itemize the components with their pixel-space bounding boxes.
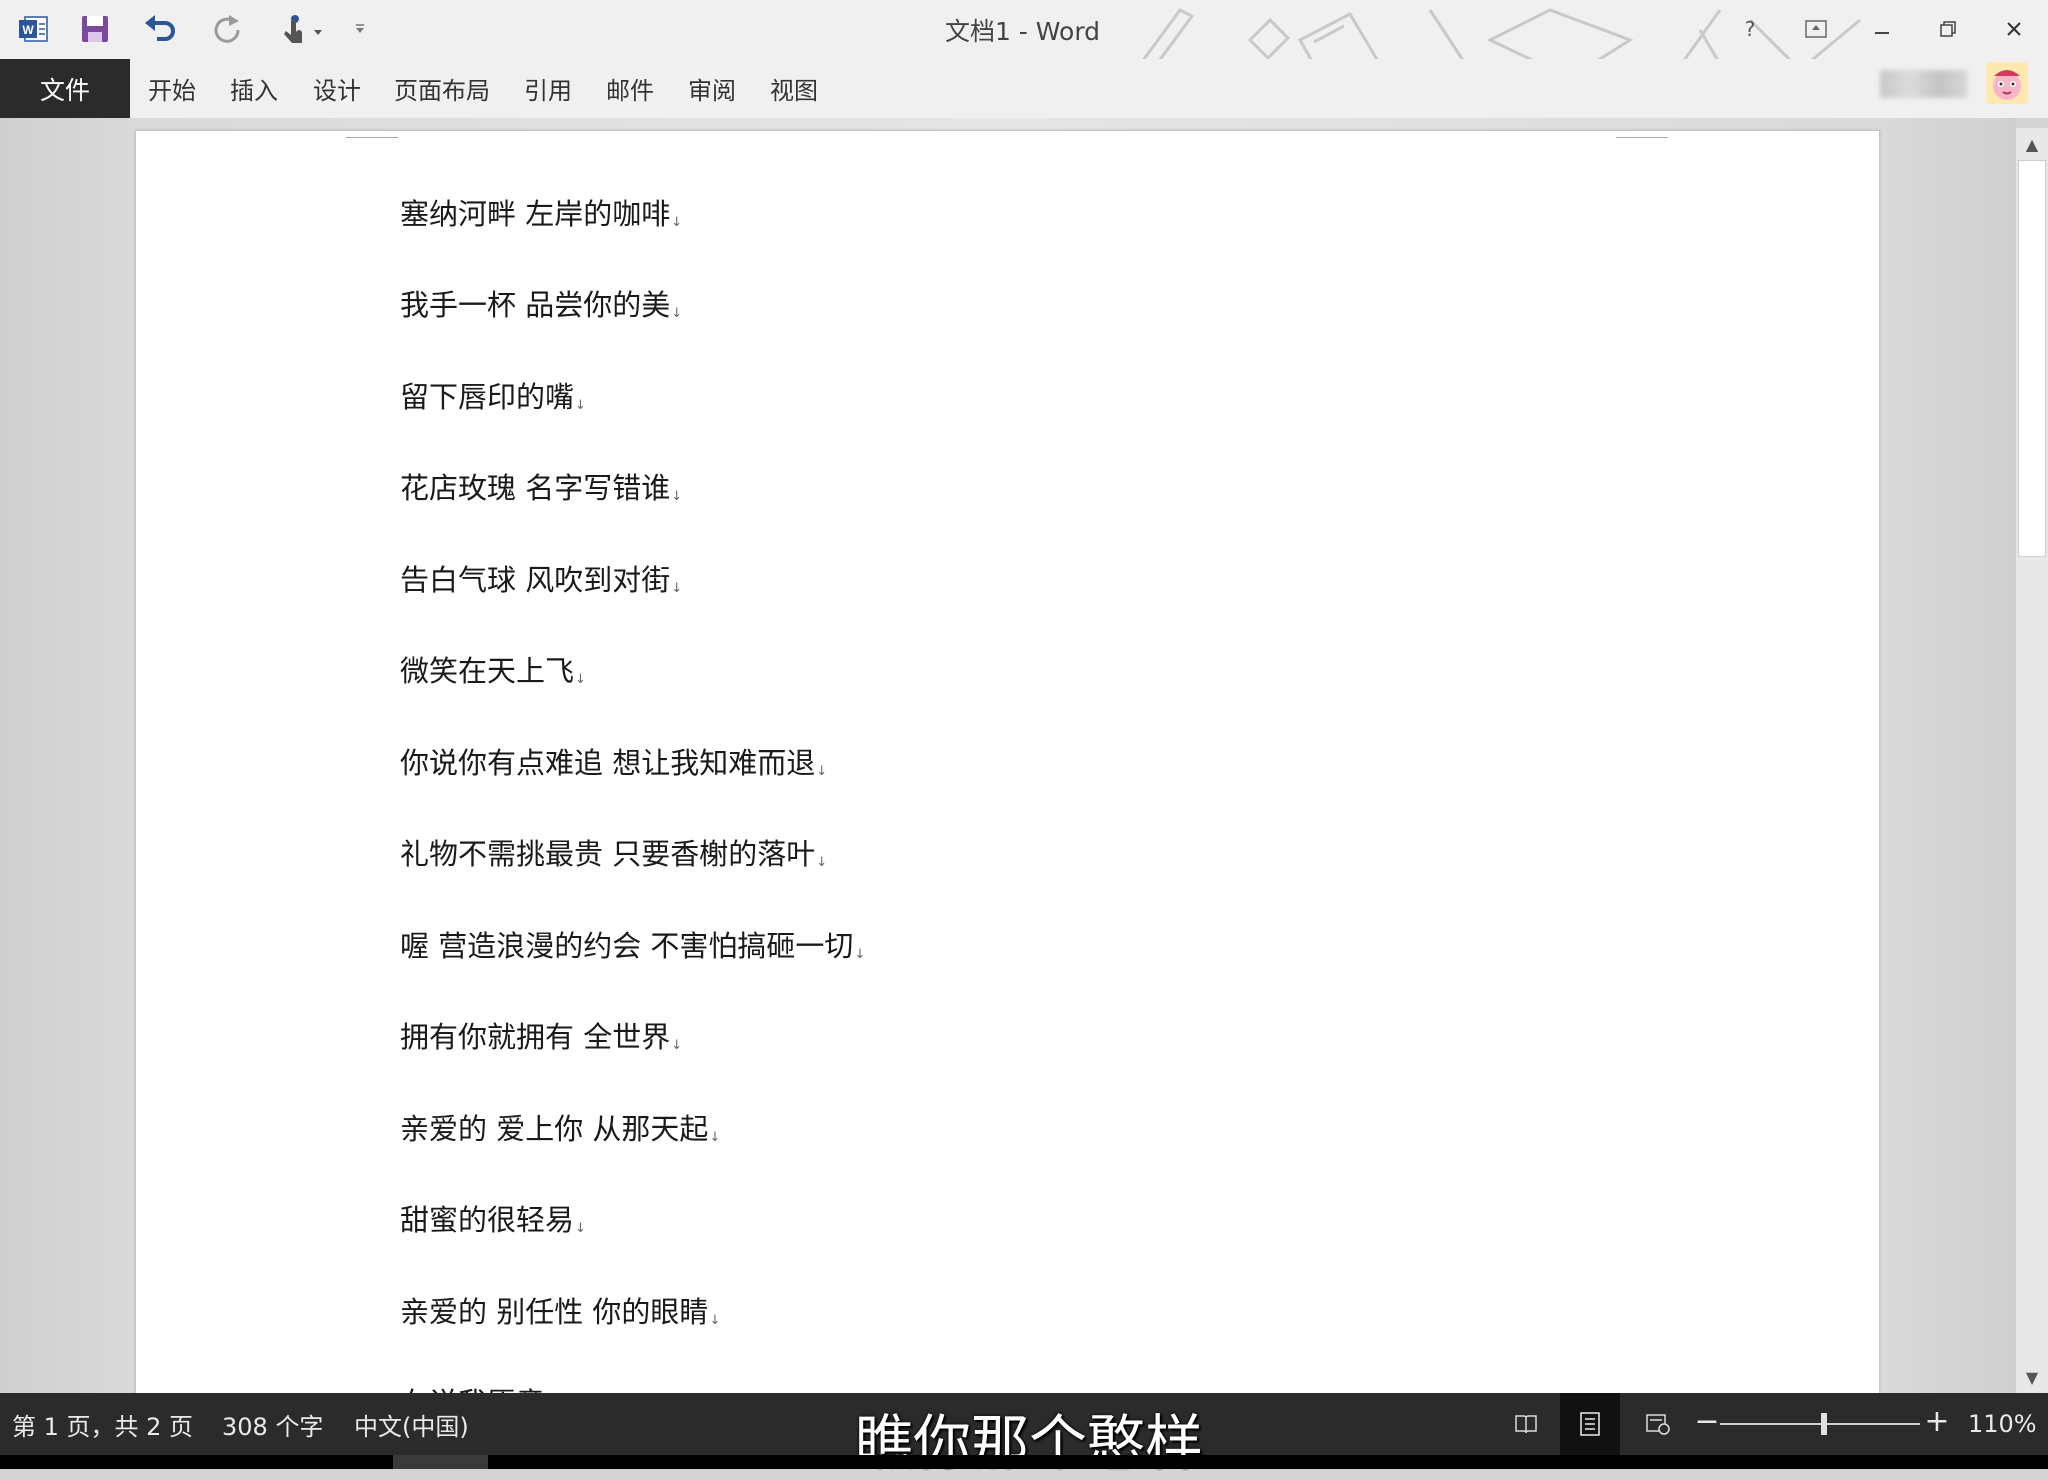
paragraph-mark: ↓ [575,1221,586,1236]
paragraph-mark: ↓ [671,489,683,504]
page-count-status[interactable]: 第 1 页，共 2 页 [12,1393,193,1455]
document-line[interactable]: 花店玫瑰 名字写错谁↓ [400,465,682,507]
tab-design[interactable]: 设计 [313,59,361,118]
document-line[interactable]: 告白气球 风吹到对街↓ [400,557,682,599]
close-icon[interactable] [1988,8,2040,50]
customize-qat-icon[interactable] [346,8,374,50]
document-line[interactable]: 甜蜜的很轻易↓ [400,1197,586,1239]
crop-mark-top-right [1616,131,1668,138]
title-bar: W 文档1 - Word ? [0,0,2048,109]
minimize-icon[interactable] [1856,8,1908,50]
save-icon[interactable] [74,8,116,50]
paragraph-mark: ↓ [854,947,866,962]
document-page[interactable]: 塞纳河畔 左岸的咖啡↓ 我手一杯 品尝你的美↓ 留下唇印的嘴↓ 花店玫瑰 名字写… [135,130,1880,1420]
document-line[interactable]: 喔 营造浪漫的约会 不害怕搞砸一切↓ [400,923,865,965]
paragraph-mark: ↓ [816,855,828,870]
tab-insert[interactable]: 插入 [230,59,278,118]
tab-review[interactable]: 审阅 [688,59,736,118]
word-app-icon[interactable]: W [12,8,54,50]
restore-icon[interactable] [1922,8,1974,50]
crop-mark-top-left [346,131,398,138]
web-layout-icon[interactable] [1628,1393,1688,1455]
zoom-level[interactable]: 110% [1968,1393,2037,1455]
paragraph-mark: ↓ [671,581,683,596]
document-line[interactable]: 塞纳河畔 左岸的咖啡↓ [400,191,682,233]
paragraph-mark: ↓ [671,215,683,230]
ribbon-display-options-icon[interactable] [1790,8,1842,50]
redo-icon[interactable] [206,8,248,50]
zoom-in-button[interactable]: + [1922,1404,1952,1439]
help-button[interactable]: ? [1724,8,1776,50]
tab-view[interactable]: 视图 [770,59,818,118]
paragraph-mark: ↓ [709,1130,721,1145]
print-layout-icon[interactable] [1560,1393,1620,1455]
scroll-up-icon[interactable]: ▲ [2016,128,2048,160]
document-line[interactable]: 拥有你就拥有 全世界↓ [400,1014,682,1056]
document-line[interactable]: 留下唇印的嘴↓ [400,374,586,416]
document-line[interactable]: 微笑在天上飞↓ [400,648,586,690]
document-line[interactable]: 亲爱的 爱上你 从那天起↓ [400,1106,720,1148]
document-line[interactable]: 亲爱的 别任性 你的眼睛↓ [400,1289,720,1331]
tab-mailings[interactable]: 邮件 [606,59,654,118]
paragraph-mark: ↓ [816,764,828,779]
language-status[interactable]: 中文(中国) [354,1393,469,1455]
undo-icon[interactable] [140,8,182,50]
paragraph-mark: ↓ [671,1038,683,1053]
user-avatar[interactable] [1986,62,2028,104]
ribbon-tab-bar: 文件 开始 插入 设计 页面布局 引用 邮件 审阅 视图 [0,59,2048,118]
document-line[interactable]: 我手一杯 品尝你的美↓ [400,282,682,324]
paragraph-mark: ↓ [575,672,586,687]
window-title: 文档1 - Word [944,17,1101,46]
taskbar-strip [0,1455,2048,1469]
vertical-scrollbar[interactable]: ▲ ▼ [2016,128,2048,1393]
document-line[interactable]: 你说你有点难追 想让我知难而退↓ [400,740,827,782]
account-name-blurred[interactable] [1880,70,1968,98]
tab-home[interactable]: 开始 [148,59,196,118]
tab-references[interactable]: 引用 [524,59,572,118]
paragraph-mark: ↓ [575,398,586,413]
zoom-out-button[interactable]: − [1692,1404,1722,1439]
zoom-slider-thumb[interactable] [1821,1413,1827,1435]
paragraph-mark: ↓ [671,306,683,321]
svg-text:W: W [22,23,34,37]
read-mode-icon[interactable] [1496,1393,1556,1455]
tab-file[interactable]: 文件 [0,59,130,118]
document-line[interactable]: 礼物不需挑最贵 只要香榭的落叶↓ [400,831,827,873]
word-count-status[interactable]: 308 个字 [222,1393,323,1455]
tab-page-layout[interactable]: 页面布局 [394,59,490,118]
scroll-down-icon[interactable]: ▼ [2016,1361,2048,1393]
zoom-slider-track[interactable] [1720,1423,1920,1425]
touch-mode-icon[interactable] [272,8,332,50]
paragraph-mark: ↓ [709,1313,721,1328]
scroll-thumb[interactable] [2018,160,2046,557]
